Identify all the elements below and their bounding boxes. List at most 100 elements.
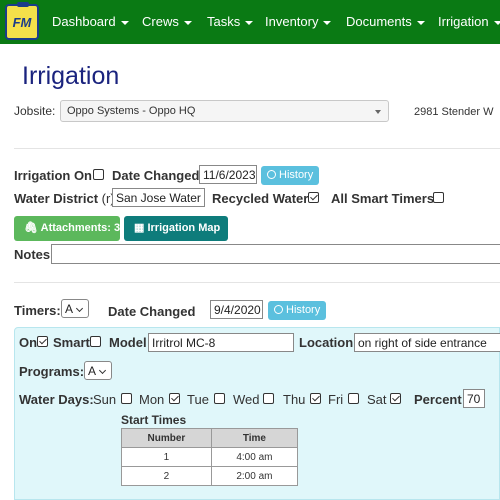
irrigation-map-button-label: Irrigation Map bbox=[147, 222, 221, 234]
timer-date-changed-label: Date Changed bbox=[108, 304, 196, 319]
nav-irrigation-label: Irrigation bbox=[438, 14, 489, 29]
water-district-label-text: Water District bbox=[14, 191, 99, 206]
table-header-row: Number Time bbox=[121, 428, 299, 448]
history-button-label: History bbox=[286, 304, 321, 316]
chevron-down-icon bbox=[98, 366, 107, 375]
day-sun-checkbox[interactable] bbox=[121, 393, 132, 404]
all-smart-timers-label: All Smart Timers bbox=[331, 191, 435, 206]
program-select-value: A bbox=[88, 364, 97, 378]
divider bbox=[14, 148, 500, 149]
page-title: Irrigation bbox=[22, 62, 120, 90]
day-fri-label: Fri bbox=[328, 392, 344, 407]
start-time-value: 4:00 am bbox=[210, 447, 299, 467]
water-district-label: Water District (r) bbox=[14, 191, 115, 206]
day-tue-label: Tue bbox=[187, 392, 209, 407]
day-mon-checkbox[interactable] bbox=[169, 393, 180, 404]
nav-crews[interactable]: Crews bbox=[142, 0, 192, 44]
irrigation-map-button[interactable]: ▦ Irrigation Map bbox=[124, 216, 228, 241]
start-time-value: 2:00 am bbox=[210, 466, 299, 486]
start-time-number: 2 bbox=[121, 466, 212, 486]
nav-tasks-label: Tasks bbox=[207, 14, 241, 29]
caret-down-icon bbox=[493, 20, 500, 25]
percent-label: Percent bbox=[414, 392, 462, 407]
model-field[interactable]: Irritrol MC-8 bbox=[148, 333, 294, 352]
start-times-label: Start Times bbox=[121, 413, 187, 427]
location-label: Location bbox=[299, 335, 354, 350]
day-wed-label: Wed bbox=[233, 392, 260, 407]
water-district-field[interactable]: San Jose Water bbox=[112, 188, 205, 207]
timer-select-value: A bbox=[65, 302, 74, 316]
nav-tasks[interactable]: Tasks bbox=[207, 0, 254, 44]
program-select[interactable]: A bbox=[84, 361, 112, 380]
dropdown-arrow-icon bbox=[375, 110, 381, 114]
jobsite-address: 2981 Stender W bbox=[414, 106, 494, 118]
column-header-number: Number bbox=[121, 428, 212, 448]
recycled-water-label: Recycled Water bbox=[212, 191, 309, 206]
chevron-down-icon bbox=[75, 304, 84, 313]
all-smart-timers-checkbox[interactable] bbox=[433, 192, 444, 203]
timer-date-changed-field[interactable]: 9/4/2020 bbox=[210, 300, 263, 319]
nav-documents-label: Documents bbox=[346, 14, 412, 29]
irrigation-history-button[interactable]: History bbox=[261, 166, 320, 185]
day-wed-checkbox[interactable] bbox=[263, 393, 274, 404]
paperclip-icon: 🖇 bbox=[24, 222, 38, 234]
timer-on-checkbox[interactable] bbox=[37, 336, 48, 347]
divider bbox=[14, 282, 500, 283]
nav-documents[interactable]: Documents bbox=[346, 0, 425, 44]
map-icon: ▦ bbox=[134, 222, 145, 234]
nav-dashboard[interactable]: Dashboard bbox=[52, 0, 129, 44]
day-fri-checkbox[interactable] bbox=[348, 393, 359, 404]
caret-down-icon bbox=[416, 20, 425, 25]
table-row[interactable]: 2 2:00 am bbox=[121, 466, 299, 486]
start-time-number: 1 bbox=[121, 447, 212, 467]
logo-text: FM bbox=[12, 14, 32, 30]
jobsite-select[interactable]: Oppo Systems - Oppo HQ bbox=[60, 100, 389, 122]
nav-crews-label: Crews bbox=[142, 14, 179, 29]
model-label: Model bbox=[109, 335, 147, 350]
caret-down-icon bbox=[245, 20, 254, 25]
timer-smart-checkbox[interactable] bbox=[90, 336, 101, 347]
caret-down-icon bbox=[323, 20, 332, 25]
day-sun-label: Sun bbox=[93, 392, 117, 407]
day-sat-label: Sat bbox=[367, 392, 387, 407]
timer-history-button[interactable]: History bbox=[268, 301, 327, 320]
day-sat-checkbox[interactable] bbox=[390, 393, 401, 404]
irrigation-date-changed-field[interactable]: 11/6/2023 bbox=[199, 165, 257, 184]
timer-smart-label: Smart bbox=[53, 335, 90, 350]
start-times-table: Number Time 1 4:00 am 2 2:00 am bbox=[121, 428, 299, 486]
timers-label: Timers: bbox=[14, 303, 61, 318]
nav-inventory[interactable]: Inventory bbox=[265, 0, 332, 44]
day-tue-checkbox[interactable] bbox=[214, 393, 225, 404]
programs-label: Programs: bbox=[19, 364, 85, 379]
caret-down-icon bbox=[183, 20, 192, 25]
day-thu-checkbox[interactable] bbox=[310, 393, 321, 404]
water-days-label: Water Days: bbox=[19, 392, 94, 407]
notes-label: Notes bbox=[14, 247, 51, 262]
recycled-water-checkbox[interactable] bbox=[308, 192, 319, 203]
nav-inventory-label: Inventory bbox=[265, 14, 319, 29]
timer-select[interactable]: A bbox=[61, 299, 89, 318]
timer-on-label: On bbox=[19, 335, 38, 350]
table-row[interactable]: 1 4:00 am bbox=[121, 447, 299, 467]
fm-logo[interactable]: FM bbox=[5, 2, 39, 40]
jobsite-select-value: Oppo Systems - Oppo HQ bbox=[67, 105, 196, 117]
column-header-time: Time bbox=[210, 428, 299, 448]
percent-field[interactable]: 70 bbox=[463, 389, 485, 408]
date-changed-label: Date Changed bbox=[112, 168, 200, 183]
nav-irrigation[interactable]: Irrigation bbox=[438, 0, 500, 44]
caret-down-icon bbox=[120, 20, 129, 25]
location-field[interactable]: on right of side entrance bbox=[354, 333, 500, 352]
irrigation-on-label: Irrigation On bbox=[14, 168, 92, 183]
history-icon bbox=[267, 170, 276, 179]
attachments-button[interactable]: 🖇 Attachments: 3 bbox=[14, 216, 120, 241]
notes-field[interactable] bbox=[51, 244, 500, 264]
nav-dashboard-label: Dashboard bbox=[52, 14, 116, 29]
day-thu-label: Thu bbox=[283, 392, 306, 407]
irrigation-on-checkbox[interactable] bbox=[93, 169, 104, 180]
history-button-label: History bbox=[279, 169, 314, 181]
attachments-button-label: Attachments: 3 bbox=[40, 222, 121, 234]
top-navbar: FM Dashboard Crews Tasks Inventory Docum… bbox=[0, 0, 500, 44]
history-icon bbox=[274, 305, 283, 314]
jobsite-label: Jobsite: bbox=[14, 104, 56, 118]
day-mon-label: Mon bbox=[139, 392, 165, 407]
